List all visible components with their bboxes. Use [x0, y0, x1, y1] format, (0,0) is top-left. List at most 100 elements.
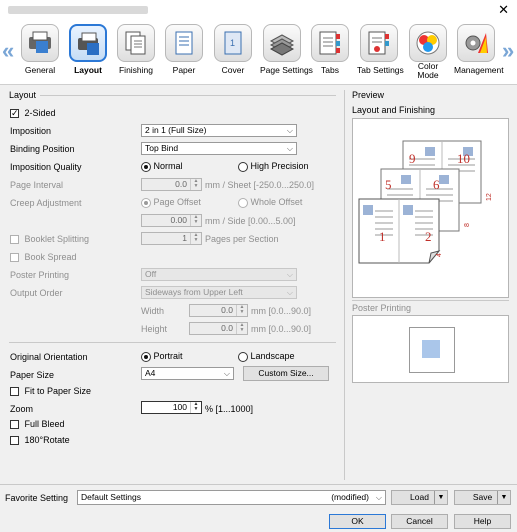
output-order-select[interactable]: Sideways from Upper Left ⌵ — [141, 286, 297, 299]
orientation-portrait-option[interactable]: Portrait — [141, 351, 183, 362]
spinner-icon[interactable]: ▲ ▼ — [236, 305, 247, 316]
page-offset-radio[interactable] — [141, 197, 151, 208]
spinner-icon[interactable]: ▲ ▼ — [190, 179, 201, 190]
quality-high-precision-radio[interactable] — [238, 161, 248, 172]
save-button[interactable]: Save ▼ — [454, 490, 511, 505]
page-number: 6 — [433, 177, 440, 192]
creep-adjustment-label: Creep Adjustment — [10, 198, 82, 208]
page-interval-input[interactable]: 0.0 ▲ ▼ — [141, 178, 202, 191]
favorite-setting-select[interactable]: Default Settings (modified) ⌵ — [77, 490, 386, 505]
edge-number: 8 — [464, 223, 471, 227]
edge-number: 12 — [486, 193, 493, 201]
creep-value-input[interactable]: 0.00 ▲ ▼ — [141, 214, 202, 227]
tab-label: Color Mode — [417, 61, 439, 80]
tab-color-mode[interactable]: Color Mode — [406, 24, 450, 80]
layout-section-title: Layout — [9, 90, 37, 100]
poster-printing-select[interactable]: Off ⌵ — [141, 268, 297, 281]
quality-normal-option[interactable]: Normal — [141, 161, 183, 172]
rotate-row: 180°Rotate — [10, 435, 70, 446]
tab-label: Finishing — [118, 65, 154, 75]
chevron-down-icon: ⌵ — [223, 369, 230, 378]
full-bleed-checkbox[interactable] — [10, 420, 19, 430]
tab-label: Cover — [221, 65, 245, 75]
tab-management[interactable]: Management — [454, 24, 504, 75]
scroll-right-icon[interactable]: » — [502, 38, 514, 64]
tab-cover[interactable]: 1 Cover — [211, 24, 255, 75]
tab-layout[interactable]: Layout — [66, 24, 110, 75]
height-input[interactable]: 0.0 ▲ ▼ — [189, 322, 248, 335]
poster-preview — [352, 315, 509, 383]
chevron-down-icon: ⌵ — [286, 270, 293, 279]
zoom-unit: % [1...1000] — [205, 404, 254, 414]
tab-finishing[interactable]: Finishing — [114, 24, 158, 75]
tab-label: Layout — [74, 65, 102, 75]
binding-position-select[interactable]: Top Bind ⌵ — [141, 142, 297, 155]
tab-label: Page Settings — [260, 65, 313, 75]
cancel-button[interactable]: Cancel — [391, 514, 448, 529]
book-spread-checkbox[interactable] — [10, 253, 19, 263]
load-dropdown-icon[interactable]: ▼ — [434, 491, 447, 504]
tab-paper[interactable]: Paper — [162, 24, 206, 75]
creep-page-offset-option[interactable]: Page Offset — [141, 197, 201, 208]
pages-per-section-unit: Pages per Section — [205, 234, 279, 244]
custom-size-button[interactable]: Custom Size... — [243, 366, 329, 381]
rotate-180-checkbox[interactable] — [10, 436, 19, 446]
imposition-select[interactable]: 2 in 1 (Full Size) ⌵ — [141, 124, 297, 137]
whole-offset-radio[interactable] — [238, 197, 248, 208]
favorite-modified-status: (modified) — [331, 492, 369, 502]
paper-size-select[interactable]: A4 ⌵ — [141, 367, 234, 380]
title-bar: ✕ — [0, 0, 517, 21]
layout-preview: 9 10 5 6 1 2 12 8 4 — [352, 118, 509, 298]
ok-button[interactable]: OK — [329, 514, 386, 529]
section-divider — [352, 300, 509, 301]
quality-high-precision-option[interactable]: High Precision — [238, 161, 309, 172]
spinner-icon[interactable]: ▲ ▼ — [190, 215, 201, 226]
poster-content — [422, 340, 440, 358]
output-order-label: Output Order — [10, 288, 63, 298]
page-number: 1 — [379, 229, 386, 244]
spinner-icon[interactable]: ▲ ▼ — [190, 233, 201, 244]
poster-printing-label: Poster Printing — [10, 270, 70, 280]
full-bleed-row: Full Bleed — [10, 419, 65, 430]
preview-subtitle: Layout and Finishing — [352, 105, 436, 115]
binding-position-label: Binding Position — [10, 144, 75, 154]
help-button[interactable]: Help — [454, 514, 511, 529]
landscape-radio[interactable] — [238, 351, 248, 362]
fit-to-paper-checkbox[interactable] — [10, 387, 19, 397]
tab-label: General — [24, 65, 56, 75]
booklet-splitting-checkbox[interactable] — [10, 235, 19, 245]
page-number: 9 — [409, 151, 416, 166]
save-dropdown-icon[interactable]: ▼ — [497, 491, 510, 504]
quality-normal-radio[interactable] — [141, 161, 151, 172]
chevron-down-icon: ⌵ — [286, 144, 293, 153]
two-sided-checkbox[interactable] — [10, 109, 19, 119]
imposition-label: Imposition — [10, 126, 52, 136]
cover-icon: 1 — [214, 24, 252, 62]
scroll-left-icon[interactable]: « — [2, 38, 14, 64]
tab-toolbar: « » General Layout Finishing Paper 1 Cov… — [0, 20, 517, 85]
spinner-icon[interactable]: ▲ ▼ — [236, 323, 247, 334]
pages-per-section-input[interactable]: 1 ▲ ▼ — [141, 232, 202, 245]
portrait-radio[interactable] — [141, 351, 151, 362]
orientation-landscape-option[interactable]: Landscape — [238, 351, 295, 362]
width-input[interactable]: 0.0 ▲ ▼ — [189, 304, 248, 317]
two-sided-label: 2-Sided — [24, 108, 56, 118]
zoom-input[interactable]: 100 ▲ ▼ — [141, 401, 202, 414]
tab-tab-settings[interactable]: Tab Settings — [357, 24, 404, 75]
paper-size-label: Paper Size — [10, 370, 55, 380]
booklet-preview-graphic: 9 10 5 6 1 2 12 8 4 — [358, 140, 493, 264]
height-label: Height — [141, 324, 168, 334]
tab-label: Management — [454, 65, 504, 75]
tab-page-settings[interactable]: Page Settings — [260, 24, 313, 75]
close-icon[interactable]: ✕ — [498, 2, 509, 18]
spinner-icon[interactable]: ▲ ▼ — [190, 402, 201, 413]
tab-label: Tab Settings — [357, 65, 404, 75]
chevron-down-icon: ⌵ — [375, 493, 382, 502]
load-button[interactable]: Load ▼ — [391, 490, 448, 505]
poster-printing-preview-label: Poster Printing — [352, 303, 412, 313]
creep-whole-offset-option[interactable]: Whole Offset — [238, 197, 302, 208]
tab-general[interactable]: General — [18, 24, 62, 75]
tab-label: Paper — [172, 65, 196, 75]
page-settings-icon — [263, 24, 301, 62]
tab-tabs[interactable]: Tabs — [308, 24, 352, 75]
